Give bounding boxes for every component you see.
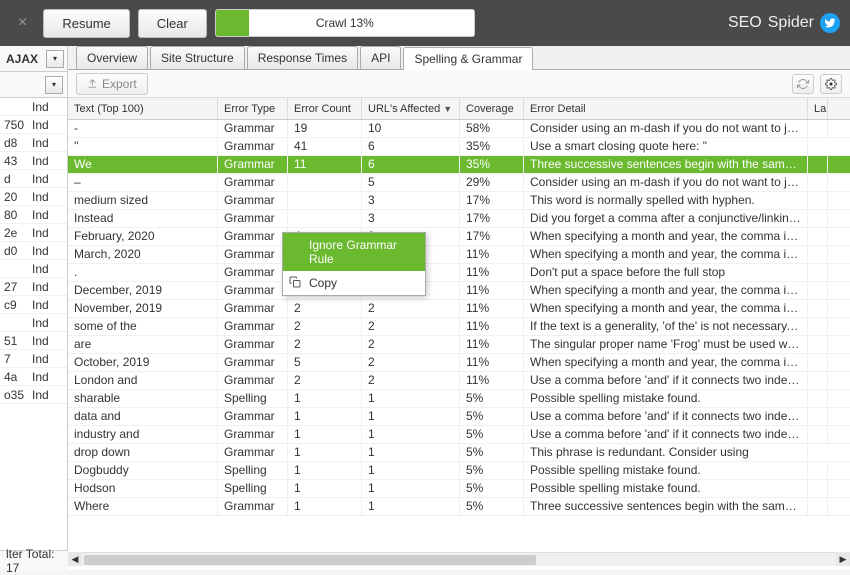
table-row[interactable]: sharableSpelling115%Possible spelling mi… (68, 390, 850, 408)
horizontal-scrollbar[interactable]: ◀ ▶ (68, 552, 850, 566)
table-row[interactable]: medium sizedGrammar317%This word is norm… (68, 192, 850, 210)
copy-icon (289, 276, 301, 288)
table-row[interactable]: December, 2019Grammar2211%When specifyin… (68, 282, 850, 300)
left-row[interactable]: 7Ind (0, 350, 67, 368)
col-coverage[interactable]: Coverage (460, 98, 524, 119)
scroll-right-icon[interactable]: ▶ (836, 552, 850, 566)
tab-spelling-grammar[interactable]: Spelling & Grammar (403, 47, 533, 70)
table-row[interactable]: DogbuddySpelling115%Possible spelling mi… (68, 462, 850, 480)
left-row[interactable]: Ind (0, 314, 67, 332)
tab-response-times[interactable]: Response Times (247, 46, 358, 69)
left-row[interactable]: 51Ind (0, 332, 67, 350)
export-label: Export (102, 77, 137, 91)
left-row[interactable]: d8Ind (0, 134, 67, 152)
col-last[interactable]: La (808, 98, 828, 119)
table-row[interactable]: industry andGrammar115%Use a comma befor… (68, 426, 850, 444)
left-panel-title: AJAX (0, 48, 44, 70)
tab-api[interactable]: API (360, 46, 401, 69)
table-row[interactable]: WeGrammar11635%Three successive sentence… (68, 156, 850, 174)
upload-icon (87, 78, 98, 89)
scroll-left-icon[interactable]: ◀ (68, 552, 82, 566)
table-row[interactable]: -Grammar191058%Consider using an m-dash … (68, 120, 850, 138)
filter-total-label: lter Total: 17 (6, 547, 62, 575)
left-row[interactable]: c9Ind (0, 296, 67, 314)
grid-header: Text (Top 100) Error Type Error Count UR… (68, 98, 850, 120)
left-row[interactable]: dInd (0, 170, 67, 188)
table-row[interactable]: areGrammar2211%The singular proper name … (68, 336, 850, 354)
toolbar: Export (68, 70, 850, 98)
refresh-button[interactable] (792, 74, 814, 94)
settings-button[interactable] (820, 74, 842, 94)
content-panel: OverviewSite StructureResponse TimesAPIS… (68, 46, 850, 570)
table-row[interactable]: London andGrammar2211%Use a comma before… (68, 372, 850, 390)
context-copy[interactable]: Copy (283, 271, 425, 295)
left-row[interactable]: 80Ind (0, 206, 67, 224)
left-row[interactable]: 43Ind (0, 152, 67, 170)
footer: lter Total: 17 (0, 550, 68, 570)
scroll-thumb[interactable] (84, 555, 536, 565)
table-row[interactable]: drop downGrammar115%This phrase is redun… (68, 444, 850, 462)
table-row[interactable]: October, 2019Grammar5211%When specifying… (68, 354, 850, 372)
col-error-count[interactable]: Error Count (288, 98, 362, 119)
left-panel-header: AJAX ▾ (0, 46, 67, 72)
table-row[interactable]: some of theGrammar2211%If the text is a … (68, 318, 850, 336)
brand-spider: Spider (768, 14, 814, 32)
table-row[interactable]: March, 2020Grammar3211%When specifying a… (68, 246, 850, 264)
progress-text: Crawl 13% (216, 16, 474, 30)
grid-body[interactable]: -Grammar191058%Consider using an m-dash … (68, 120, 850, 552)
col-error-type[interactable]: Error Type (218, 98, 288, 119)
main: AJAX ▾ ▾ Ind750Indd8Ind43InddInd20Ind80I… (0, 46, 850, 570)
clear-button[interactable]: Clear (138, 9, 207, 38)
export-button[interactable]: Export (76, 73, 148, 95)
left-panel-rows: Ind750Indd8Ind43InddInd20Ind80Ind2eIndd0… (0, 98, 67, 404)
table-row[interactable]: ''Grammar41635%Use a smart closing quote… (68, 138, 850, 156)
topbar-left: × Resume Clear Crawl 13% (10, 9, 720, 38)
table-row[interactable]: February, 2020Grammar4317%When specifyin… (68, 228, 850, 246)
table-row[interactable]: –Grammar529%Consider using an m-dash if … (68, 174, 850, 192)
table-row[interactable]: November, 2019Grammar2211%When specifyin… (68, 300, 850, 318)
left-panel-toolbar: ▾ (0, 72, 67, 98)
left-row[interactable]: 27Ind (0, 278, 67, 296)
context-ignore-grammar[interactable]: Ignore Grammar Rule (283, 233, 425, 271)
table-row[interactable]: HodsonSpelling115%Possible spelling mist… (68, 480, 850, 498)
resume-button[interactable]: Resume (43, 9, 129, 38)
data-grid: Text (Top 100) Error Type Error Count UR… (68, 98, 850, 570)
col-urls-affected[interactable]: URL's Affected▼ (362, 98, 460, 119)
left-panel: AJAX ▾ ▾ Ind750Indd8Ind43InddInd20Ind80I… (0, 46, 68, 570)
col-error-detail[interactable]: Error Detail (524, 98, 808, 119)
table-row[interactable]: data andGrammar115%Use a comma before 'a… (68, 408, 850, 426)
twitter-icon[interactable] (820, 13, 840, 33)
left-row[interactable]: 4aInd (0, 368, 67, 386)
left-row[interactable]: o35Ind (0, 386, 67, 404)
tab-site-structure[interactable]: Site Structure (150, 46, 245, 69)
left-row[interactable]: Ind (0, 98, 67, 116)
toolbar-right (792, 74, 842, 94)
left-row[interactable]: 2eInd (0, 224, 67, 242)
left-panel-dropdown-icon[interactable]: ▾ (46, 50, 64, 68)
left-row[interactable]: d0Ind (0, 242, 67, 260)
tabs: OverviewSite StructureResponse TimesAPIS… (68, 46, 850, 70)
brand: SEO Spider (728, 13, 840, 33)
left-panel-menu-icon[interactable]: ▾ (45, 76, 63, 94)
table-row[interactable]: WhereGrammar115%Three successive sentenc… (68, 498, 850, 516)
left-row[interactable]: Ind (0, 260, 67, 278)
tab-overview[interactable]: Overview (76, 46, 148, 69)
left-row[interactable]: 750Ind (0, 116, 67, 134)
brand-seo: SEO (728, 14, 762, 32)
topbar: × Resume Clear Crawl 13% SEO Spider (0, 0, 850, 46)
table-row[interactable]: .Grammar3211%Don't put a space before th… (68, 264, 850, 282)
left-row[interactable]: 20Ind (0, 188, 67, 206)
table-row[interactable]: InsteadGrammar317%Did you forget a comma… (68, 210, 850, 228)
crawl-progress: Crawl 13% (215, 9, 475, 37)
context-menu: Ignore Grammar Rule Copy (282, 232, 426, 296)
scroll-track[interactable] (82, 552, 836, 566)
close-icon[interactable]: × (10, 14, 35, 32)
sort-desc-icon: ▼ (443, 104, 452, 114)
col-text[interactable]: Text (Top 100) (68, 98, 218, 119)
